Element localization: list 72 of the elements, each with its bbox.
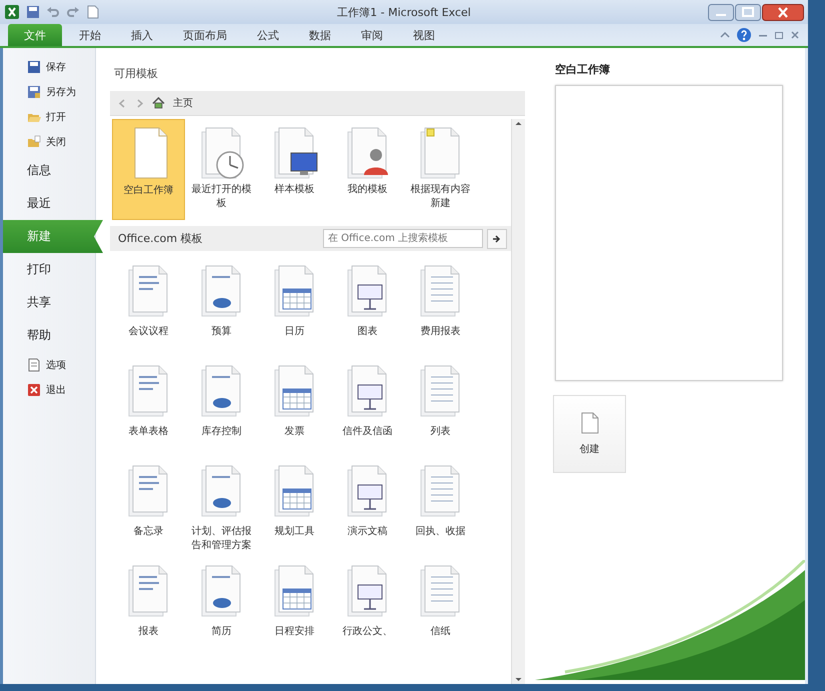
sidebar-item[interactable]: 退出 <box>3 377 95 402</box>
ribbon-tab[interactable]: 视图 <box>400 24 448 46</box>
sidebar-item[interactable]: 共享 <box>3 286 95 319</box>
template-category[interactable]: 表单表格 <box>112 357 185 457</box>
sidebar-item[interactable]: 打印 <box>3 253 95 286</box>
search-field[interactable]: 在 Office.com 上搜索模板 <box>323 229 483 248</box>
restore-icon[interactable] <box>774 30 784 40</box>
minimize-icon[interactable] <box>708 4 734 20</box>
sidebar-item[interactable]: 保存 <box>3 54 95 79</box>
section-heading: Office.com 模板 <box>118 231 204 246</box>
document-icon <box>27 358 41 372</box>
close-icon <box>27 382 41 396</box>
help-icon[interactable] <box>736 27 752 43</box>
sidebar-item[interactable]: 选项 <box>3 352 95 377</box>
breadcrumb-link[interactable]: 主页 <box>173 96 193 110</box>
template-category[interactable]: 回执、收据 <box>404 457 477 557</box>
close-icon[interactable] <box>762 4 804 20</box>
section-heading: 可用模板 <box>113 66 159 82</box>
sidebar-item[interactable]: 帮助 <box>3 319 95 352</box>
ribbon-tab[interactable]: 开始 <box>66 24 114 46</box>
template-category[interactable]: 报表 <box>112 557 185 657</box>
undo-icon[interactable] <box>46 5 60 19</box>
template-category[interactable]: 行政公文、 <box>331 557 404 657</box>
template-tile[interactable]: 根据现有内容新建 <box>404 119 477 220</box>
folder-icon <box>27 134 41 148</box>
template-category[interactable]: 计划、评估报告和管理方案 <box>185 457 258 557</box>
ribbon-tab[interactable]: 插入 <box>118 24 166 46</box>
scroll-up-icon[interactable] <box>514 119 523 128</box>
ribbon-tab[interactable]: 数据 <box>296 24 344 46</box>
template-tile[interactable]: 样本模板 <box>258 119 331 220</box>
ribbon-tab[interactable]: 公式 <box>244 24 292 46</box>
redo-icon[interactable] <box>66 5 80 19</box>
template-category[interactable]: 库存控制 <box>185 357 258 457</box>
template-category[interactable]: 会议议程 <box>112 257 185 357</box>
search-button[interactable] <box>487 228 507 248</box>
arrow-icon <box>492 234 502 244</box>
sidebar-item[interactable]: 另存为 <box>3 79 95 104</box>
template-category[interactable]: 规划工具 <box>258 457 331 557</box>
ribbon-tab[interactable]: 审阅 <box>348 24 396 46</box>
template-category[interactable]: 预算 <box>185 257 258 357</box>
template-category[interactable]: 信纸 <box>404 557 477 657</box>
sidebar-item[interactable]: 关闭 <box>3 129 95 154</box>
home-icon[interactable] <box>152 97 165 109</box>
maximize-icon[interactable] <box>735 4 761 20</box>
template-category[interactable]: 备忘录 <box>112 457 185 557</box>
window-title: 工作簿1 - Microsoft Excel <box>336 4 472 20</box>
preview-title: 空白工作簿 <box>555 62 611 77</box>
template-tile[interactable]: 最近打开的模板 <box>185 119 258 220</box>
template-category[interactable]: 发票 <box>258 357 331 457</box>
template-category[interactable]: 日程安排 <box>258 557 331 657</box>
sidebar-item[interactable]: 信息 <box>3 154 95 187</box>
sidebar-item[interactable]: 最近 <box>3 187 95 220</box>
template-category[interactable]: 日历 <box>258 257 331 357</box>
document-icon <box>580 412 598 434</box>
scrollbar[interactable] <box>511 119 525 684</box>
template-tile[interactable]: 我的模板 <box>331 119 404 220</box>
template-category[interactable]: 信件及信函 <box>331 357 404 457</box>
template-category[interactable]: 费用报表 <box>404 257 477 357</box>
scroll-down-icon[interactable] <box>514 675 523 684</box>
template-tile[interactable]: 空白工作簿 <box>112 119 185 220</box>
template-category[interactable]: 演示文稿 <box>331 457 404 557</box>
collapse-ribbon-icon[interactable] <box>720 30 730 40</box>
sidebar-item[interactable]: 打开 <box>3 104 95 129</box>
ribbon-tab[interactable]: 页面布局 <box>170 24 240 46</box>
create-button[interactable]: 创建 <box>553 395 626 473</box>
document-icon[interactable] <box>86 5 100 19</box>
save-icon[interactable] <box>26 5 40 19</box>
template-category[interactable]: 简历 <box>185 557 258 657</box>
sidebar-item[interactable]: 新建 <box>3 220 103 253</box>
template-category[interactable]: 列表 <box>404 357 477 457</box>
excel-logo-icon[interactable] <box>4 4 20 20</box>
template-category[interactable]: 图表 <box>331 257 404 357</box>
